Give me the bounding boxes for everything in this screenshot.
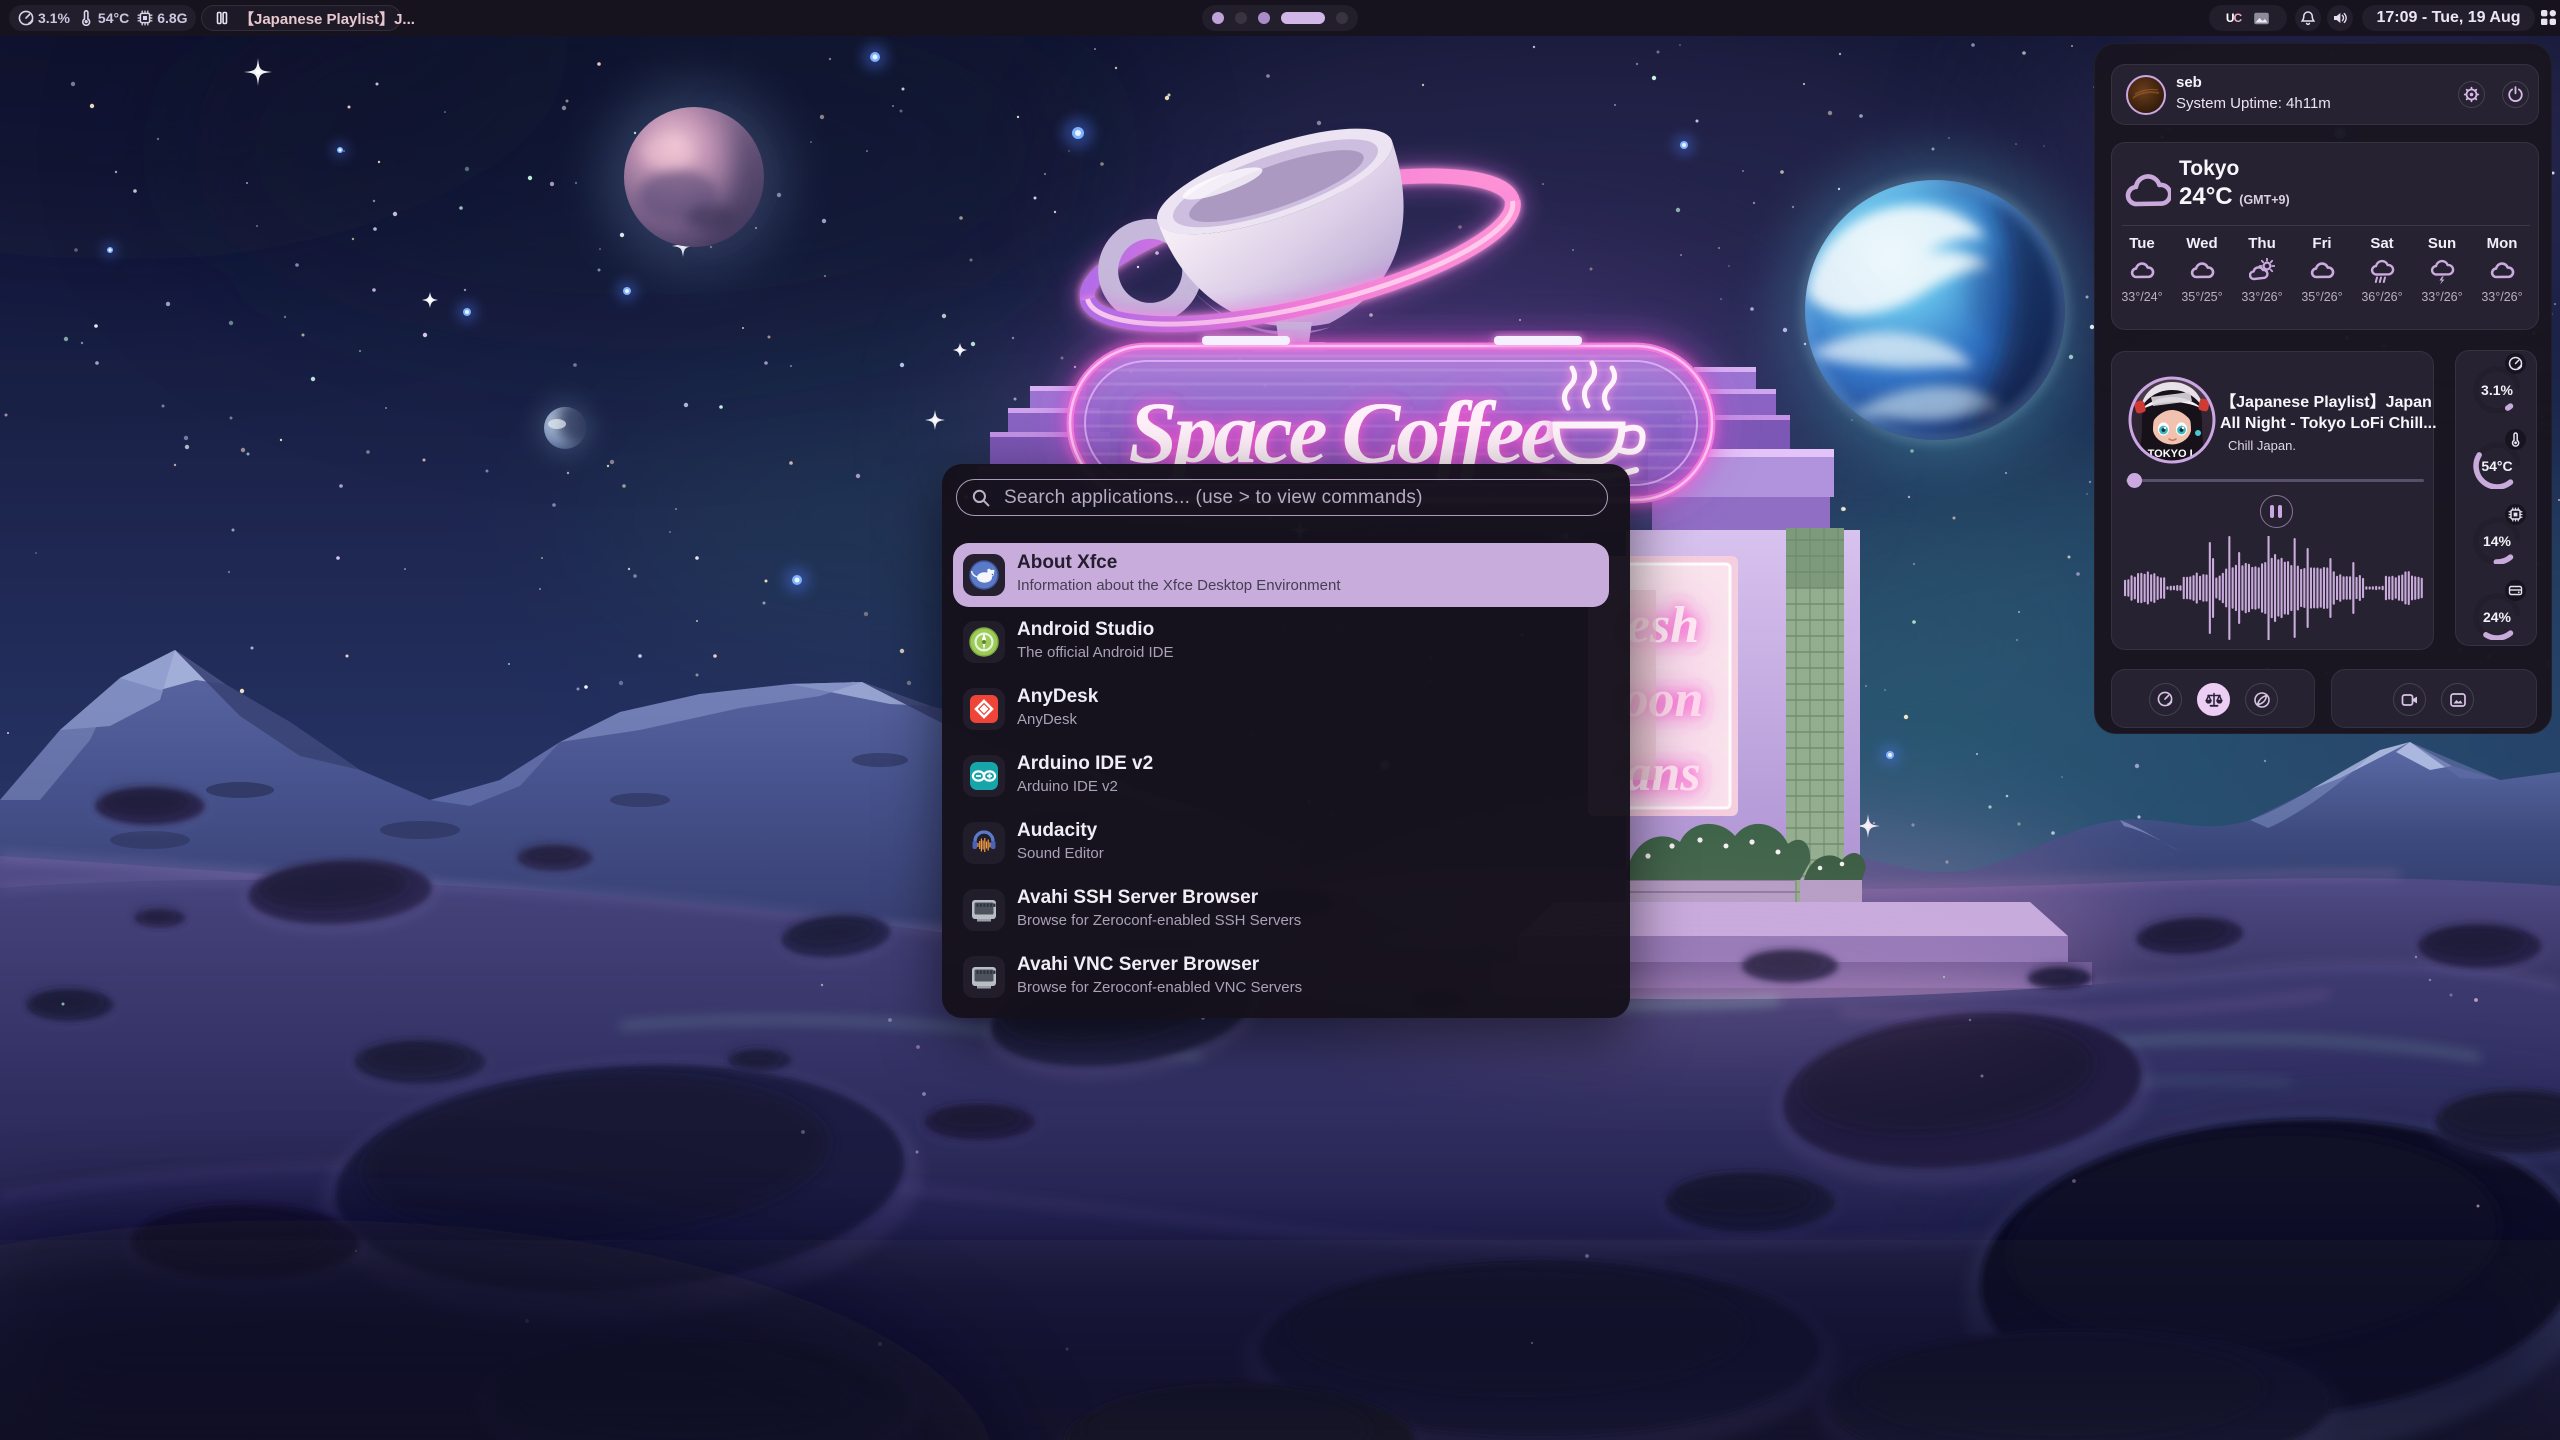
- svg-text:54°C: 54°C: [2481, 458, 2512, 474]
- svg-text:24%: 24%: [2483, 609, 2512, 625]
- svg-text:3.1%: 3.1%: [2481, 382, 2513, 398]
- svg-text:14%: 14%: [2483, 533, 2512, 549]
